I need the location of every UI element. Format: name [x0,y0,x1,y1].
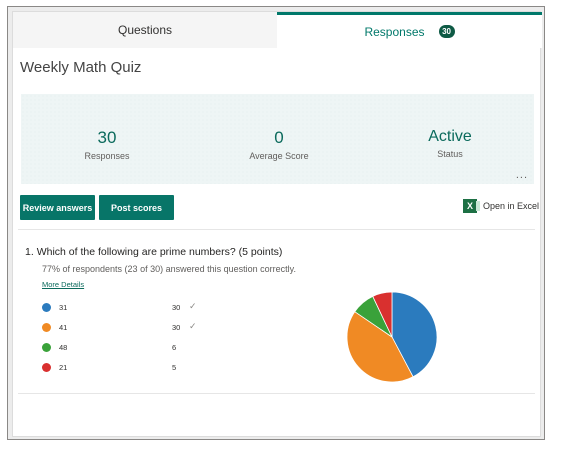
option-label: 48 [59,343,68,352]
list-item: 31 30 ✓ [42,300,212,320]
option-count: 6 [172,343,177,352]
tab-responses[interactable]: Responses 30 [277,12,542,48]
open-in-excel-label: Open in Excel [483,201,540,211]
legend-dot [42,303,51,312]
stat-value: 30 [97,128,117,147]
stats-panel: 30 Responses 0 Average Score Active Stat… [21,94,534,184]
check-icon: ✓ [189,321,197,331]
list-item: 41 30 ✓ [42,320,212,340]
question-text: Which of the following are prime numbers… [36,246,283,258]
check-icon: ✓ [189,301,197,311]
stat-status: Active Status [380,128,520,159]
list-item: 21 5 [42,360,212,380]
open-in-excel-link[interactable]: X Open in Excel [463,199,539,213]
page-title: Weekly Math Quiz [20,59,142,76]
question-summary: 77% of respondents (23 of 30) answered t… [42,264,296,274]
stat-value: Active [428,128,472,145]
divider [18,229,535,230]
answers-pie-chart [346,291,438,383]
option-label: 41 [59,323,68,332]
responses-count-badge: 30 [438,25,455,38]
stat-label: Status [437,149,463,159]
tab-responses-label: Responses [364,24,425,39]
stat-value: 0 [274,128,284,147]
list-item: 48 6 [42,340,212,360]
option-label: 31 [59,303,68,312]
post-scores-button[interactable]: Post scores [99,195,174,220]
question-title: 1. Which of the following are prime numb… [25,246,282,258]
tab-questions[interactable]: Questions [13,12,277,48]
tab-bar: Questions Responses 30 [13,12,542,48]
option-count: 30 [172,303,181,312]
question-number: 1. [25,246,34,258]
more-options-icon[interactable]: ... [516,169,528,181]
more-details-link[interactable]: More Details [42,280,84,289]
review-answers-button[interactable]: Review answers [20,195,95,220]
excel-icon: X [463,199,480,213]
stat-label: Responses [84,151,130,161]
option-label: 21 [59,363,68,372]
stat-responses: 30 Responses [37,128,177,161]
answer-legend: 31 30 ✓ 41 30 ✓ 48 6 21 5 [42,300,212,380]
legend-dot [42,343,51,352]
option-count: 5 [172,363,177,372]
forms-card: Questions Responses 30 Weekly Math Quiz … [12,11,542,437]
divider [18,393,535,394]
stat-average-score: 0 Average Score [209,128,349,161]
tab-questions-label: Questions [117,23,173,37]
window-frame: Questions Responses 30 Weekly Math Quiz … [7,6,545,440]
option-count: 30 [172,323,181,332]
stat-label: Average Score [249,151,309,161]
legend-dot [42,363,51,372]
legend-dot [42,323,51,332]
